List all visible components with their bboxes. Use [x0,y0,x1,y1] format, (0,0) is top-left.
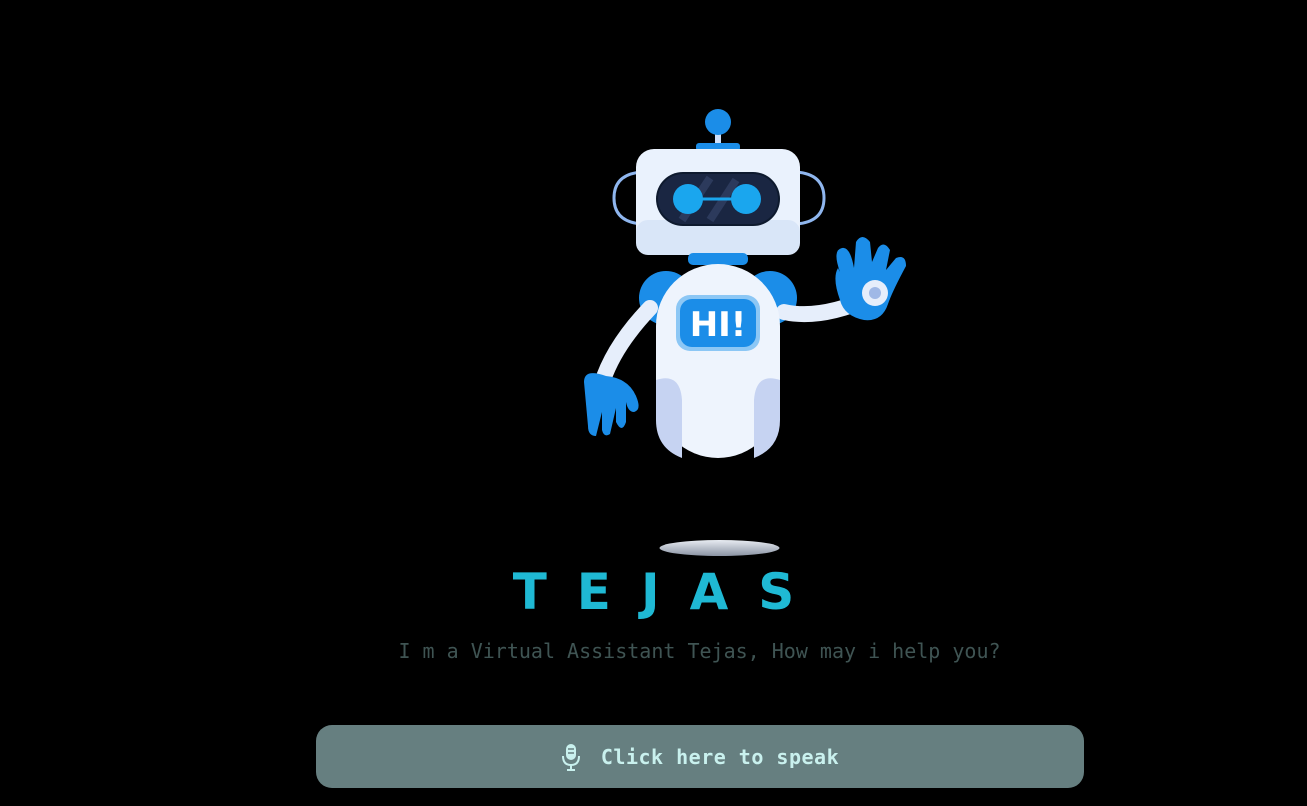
assistant-tagline: I m a Virtual Assistant Tejas, How may i… [398,639,1001,663]
robot-badge-text: HI! [690,305,747,345]
assistant-name: TEJAS [512,563,825,621]
robot-icon: HI! [584,109,906,458]
robot-illustration: HI! [570,100,930,470]
speak-button-label: Click here to speak [600,744,840,769]
speak-button[interactable]: Click here to speak [316,725,1084,788]
assistant-page: HI! TEJAS I m a Virtual Assistant Tejas,… [0,0,1307,806]
robot-shadow [659,540,780,556]
microphone-icon [561,743,580,771]
